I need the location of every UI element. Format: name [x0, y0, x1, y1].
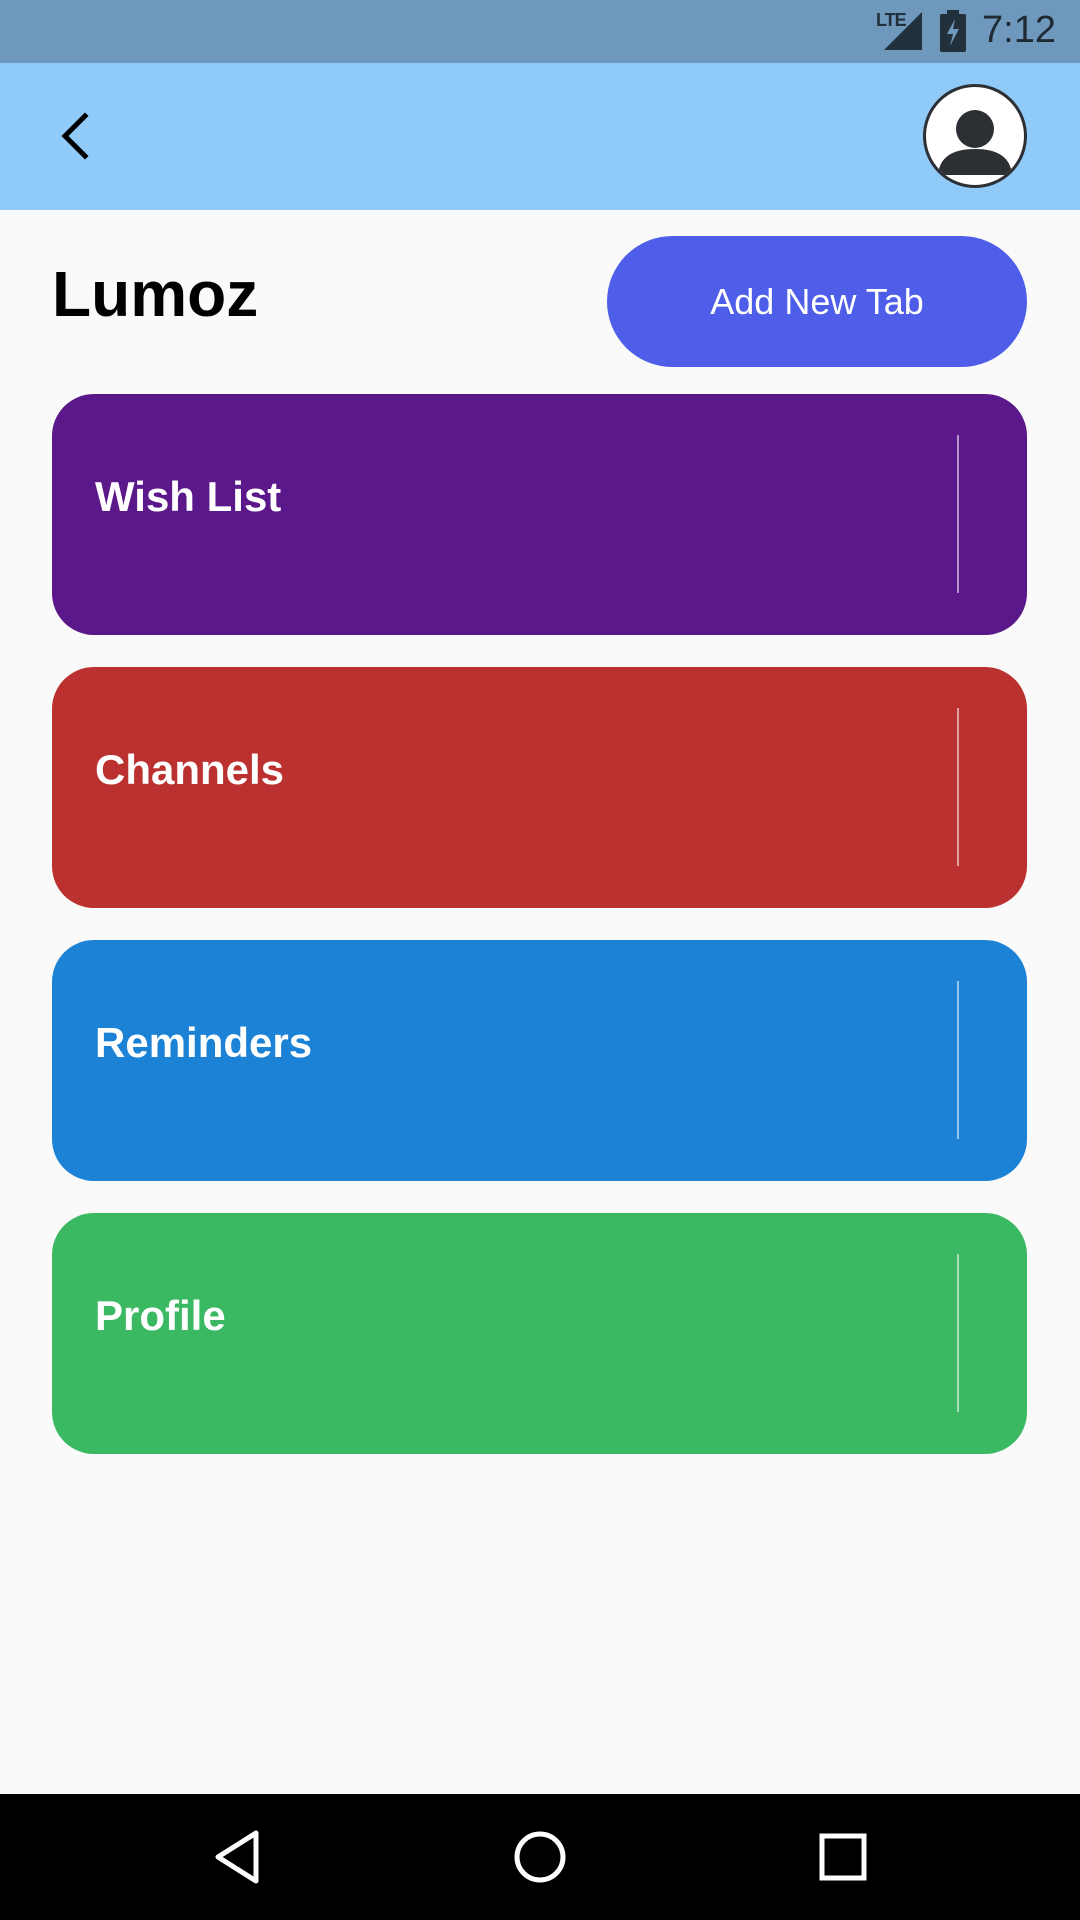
tab-card-profile[interactable]: Profile	[52, 1213, 1027, 1454]
clock: 7:12	[982, 9, 1056, 51]
nav-home-button[interactable]	[507, 1824, 573, 1890]
tab-card-reminders[interactable]: Reminders	[52, 940, 1027, 1181]
tab-divider	[957, 981, 959, 1139]
tab-label: Profile	[95, 1292, 226, 1339]
tab-card-channels[interactable]: Channels	[52, 667, 1027, 908]
nav-back-button[interactable]	[204, 1824, 270, 1890]
circle-home-icon	[514, 1831, 566, 1883]
network-type-label: LTE	[876, 10, 907, 30]
battery-charging-icon	[940, 10, 966, 52]
tab-card-wish-list[interactable]: Wish List	[52, 394, 1027, 635]
triangle-back-icon	[215, 1830, 259, 1884]
page-title: Lumoz	[52, 258, 259, 330]
back-button[interactable]	[40, 101, 110, 171]
user-avatar-icon	[938, 110, 1012, 175]
system-nav-bar	[0, 1794, 1080, 1920]
tab-label: Wish List	[95, 473, 282, 520]
tab-divider	[957, 435, 959, 593]
avatar[interactable]	[923, 84, 1027, 188]
app-bar	[0, 63, 1080, 210]
square-recents-icon	[819, 1833, 867, 1881]
tab-label: Reminders	[95, 1019, 313, 1066]
tab-divider	[957, 708, 959, 866]
add-new-tab-button[interactable]: Add New Tab	[607, 236, 1027, 367]
status-bar: LTE 7:12	[0, 0, 1080, 63]
tab-divider	[957, 1254, 959, 1412]
tab-label: Channels	[95, 746, 285, 793]
chevron-left-icon	[61, 112, 89, 160]
nav-recents-button[interactable]	[810, 1824, 876, 1890]
